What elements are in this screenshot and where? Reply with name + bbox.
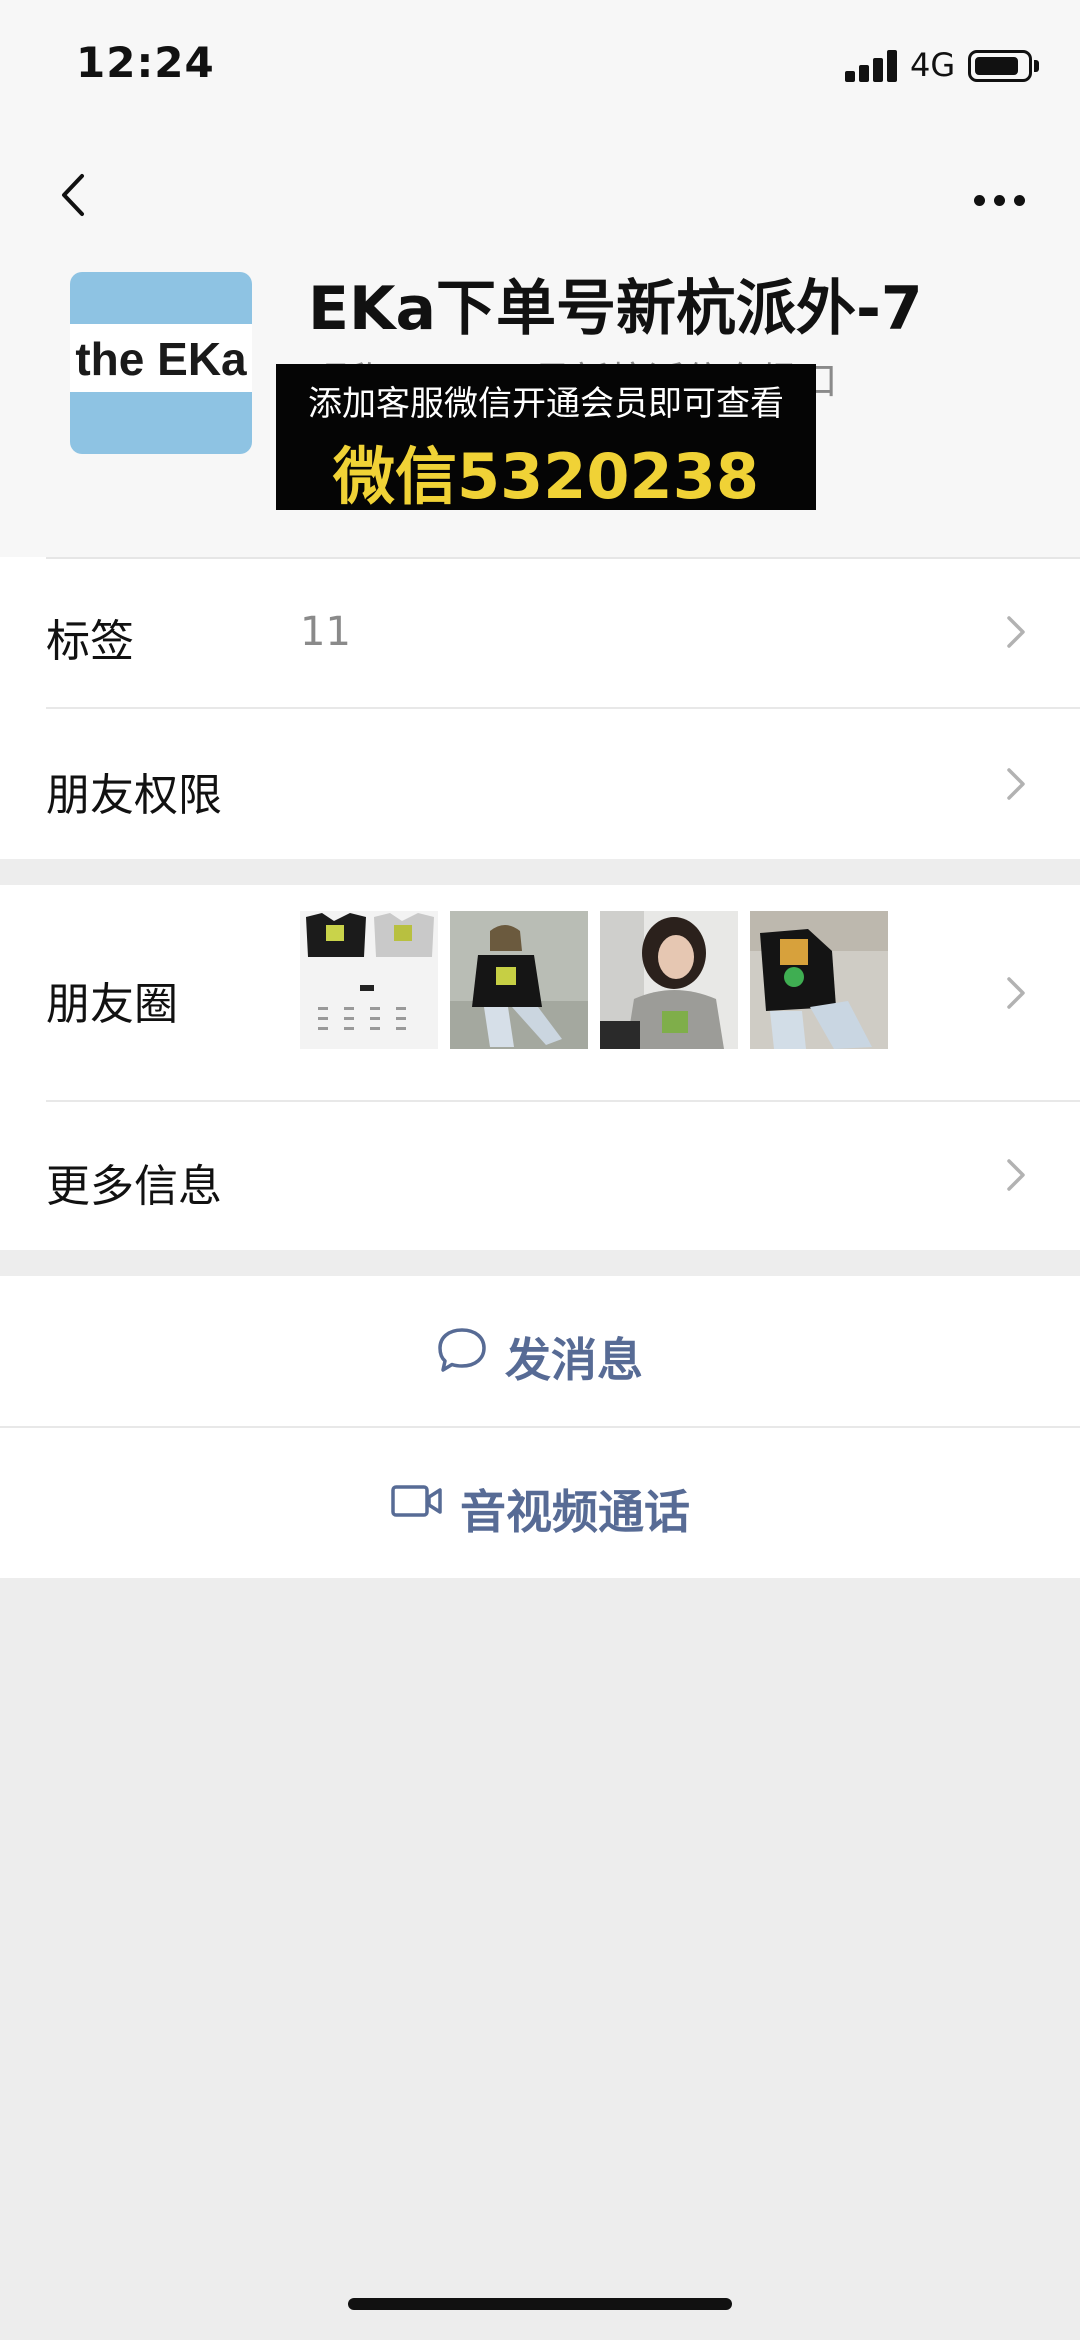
tags-row[interactable]: 标签 11: [0, 557, 1080, 707]
avatar-logo-text: the EKa: [75, 333, 247, 385]
tags-value: 11: [300, 609, 351, 655]
status-bar: 12:24 4G: [0, 0, 1080, 130]
moments-label: 朋友圈: [46, 979, 178, 1030]
actions-group: 发消息 音视频通话: [0, 1276, 1080, 1578]
network-type: 4G: [910, 46, 956, 84]
send-message-label: 发消息: [505, 1333, 643, 1387]
chevron-right-icon: [1007, 616, 1025, 648]
promo-overlay: 添加客服微信开通会员即可查看 微信5320238: [276, 364, 816, 513]
signal-icon: [845, 50, 899, 82]
promo-overlay-caption: 添加客服微信开通会员即可查看: [308, 384, 784, 424]
tags-label: 标签: [46, 616, 134, 667]
voice-video-call-button[interactable]: 音视频通话: [0, 1428, 1080, 1578]
profile-header: the EKa EKa下单号新杭派外-7 昵称：EK...8号新杭派信东场口 添…: [0, 260, 1080, 557]
friend-permissions-row[interactable]: 朋友权限: [0, 709, 1080, 859]
status-time: 12:24: [76, 38, 215, 87]
chat-bubble-icon: [438, 1328, 486, 1372]
moments-thumbnail: [750, 911, 888, 1049]
moments-thumbnail: [600, 911, 738, 1049]
info-group: 标签 11 朋友权限: [0, 557, 1080, 859]
friend-permissions-label: 朋友权限: [46, 770, 222, 821]
home-indicator[interactable]: [348, 2298, 732, 2310]
more-info-label: 更多信息: [46, 1161, 222, 1212]
contact-profile-page: 12:24 4G the EKa EKa下单号新杭派外-7 昵称：EK...8号…: [0, 0, 1080, 2340]
video-camera-icon: [391, 1485, 442, 1517]
navigation-bar: [0, 130, 1080, 260]
moments-row[interactable]: 朋友圈: [0, 885, 1080, 1100]
send-message-button[interactable]: 发消息: [0, 1276, 1080, 1426]
moments-thumbnail: [300, 911, 438, 1049]
chevron-left-icon[interactable]: [52, 170, 102, 220]
contact-display-name: EKa下单号新杭派外-7: [308, 274, 923, 344]
moments-group: 朋友圈 更多信息: [0, 885, 1080, 1250]
chevron-right-icon: [1007, 1159, 1025, 1191]
battery-icon: [968, 50, 1032, 82]
more-dots-icon[interactable]: [970, 190, 1030, 210]
more-info-row[interactable]: 更多信息: [0, 1102, 1080, 1250]
chevron-right-icon: [1007, 977, 1025, 1009]
avatar[interactable]: the EKa: [70, 272, 252, 454]
promo-overlay-wechat-id: 微信5320238: [333, 440, 759, 513]
chevron-right-icon: [1007, 768, 1025, 800]
voice-video-call-label: 音视频通话: [460, 1485, 690, 1539]
moments-thumbnail: [450, 911, 588, 1049]
battery-nub: [1034, 60, 1039, 72]
